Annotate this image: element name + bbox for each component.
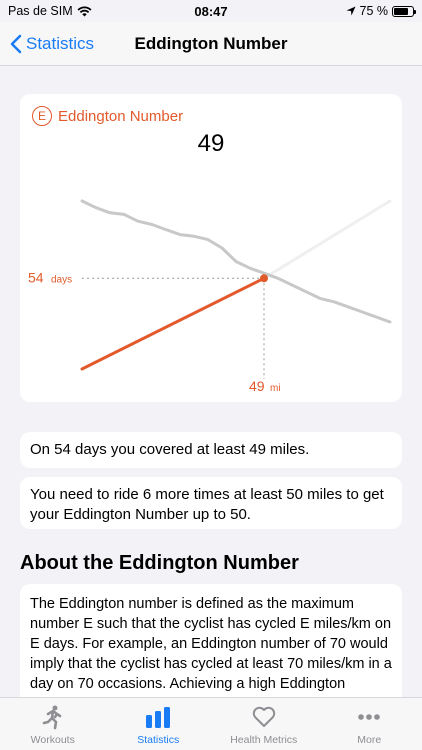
back-button[interactable]: Statistics [10,34,94,54]
more-icon [358,714,381,720]
days-unit-label: days [51,274,72,285]
next-goal-text: You need to ride 6 more times at least 5… [30,486,384,523]
eddington-line [80,276,266,371]
tab-more[interactable]: More [317,698,422,750]
chart-title: Eddington Number [58,107,184,125]
eddington-number: 49 [197,130,225,157]
chart-header: E Eddington Number [32,106,183,126]
days-label: 54 [28,269,44,285]
clock: 08:47 [194,3,228,19]
tab-label: Statistics [137,734,180,746]
tab-label: Health Metrics [230,734,298,746]
running-icon [42,705,62,730]
diagonal-extension-line [262,199,392,280]
navigation-bar: Statistics Eddington Number [0,22,422,66]
tab-workouts[interactable]: Workouts [0,698,106,750]
miles-unit-label: mi [270,383,281,394]
intersection-point [260,274,268,283]
next-goal-card: You need to ride 6 more times at least 5… [20,477,402,529]
tab-label: More [357,734,382,746]
bar-chart-icon [146,707,171,728]
scroll-content[interactable]: 54 days 49 mi E Eddington Number 49 On 54 d… [0,67,422,697]
eddington-chart-card: 54 days 49 mi E Eddington Number 49 [20,94,402,402]
status-bar: Pas de SIM 08:47 75 % [0,0,422,22]
tab-label: Workouts [30,734,75,746]
eddington-icon: E [32,106,52,126]
about-heading: About the Eddington Number [20,552,299,574]
tab-bar: Workouts Statistics Health Metrics More [0,697,422,750]
tab-health-metrics[interactable]: Health Metrics [211,698,317,750]
battery-icon [392,5,416,17]
back-label: Statistics [26,33,95,53]
summary-card: On 54 days you covered at least 49 miles… [20,432,402,468]
heart-icon [252,706,275,727]
tab-statistics[interactable]: Statistics [106,698,212,750]
about-text: The Eddington number is defined as the m… [30,596,392,697]
summary-text: On 54 days you covered at least 49 miles… [30,441,310,458]
about-card: The Eddington number is defined as the m… [20,584,402,697]
distance-frequency-curve [80,199,392,324]
miles-label: 49 [249,378,265,394]
chevron-left-icon [10,34,22,53]
